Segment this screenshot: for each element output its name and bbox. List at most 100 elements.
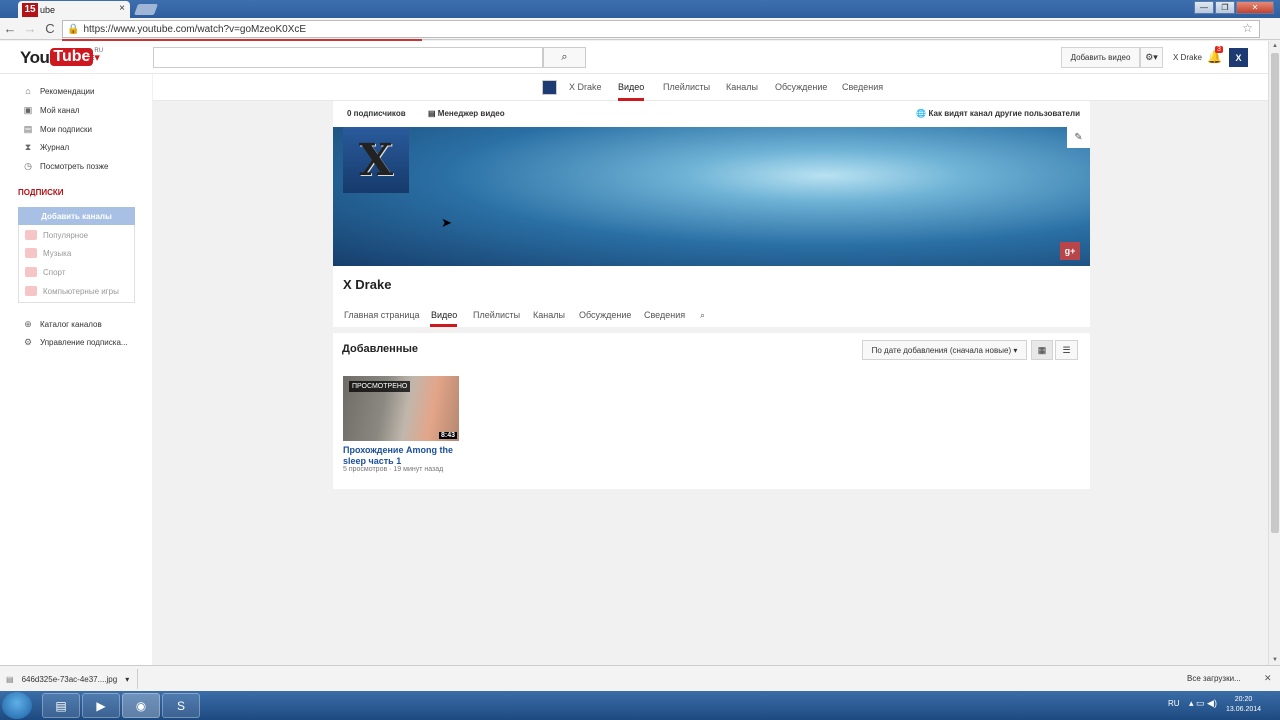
suggested-subscriptions: Популярное Музыка Спорт Компьютерные игр… (18, 225, 135, 303)
scroll-thumb[interactable] (1271, 53, 1279, 533)
sidebar-item-recommendations[interactable]: ⌂ Рекомендации (22, 83, 94, 99)
media-player-taskbar-icon[interactable]: ▶ (82, 693, 120, 718)
logo-you-text: You (20, 48, 50, 67)
subscriber-count: 0 подписчиков (347, 109, 406, 118)
nav-tab-channels[interactable]: Каналы (726, 82, 758, 92)
watched-badge: ПРОСМОТРЕНО (349, 381, 411, 392)
music-icon (25, 248, 37, 258)
sidebar-item-history[interactable]: ⧗ Журнал (22, 139, 69, 155)
sidebar-item-label: Рекомендации (40, 86, 95, 96)
address-bar[interactable]: 🔒 https://www.youtube.com/watch?v=goMzeo… (62, 20, 1260, 38)
chrome-taskbar-icon[interactable]: ◉ (122, 693, 160, 718)
channel-logo[interactable]: X (343, 127, 409, 193)
download-filename: 646d325e-73ac-4e37....jpg (21, 674, 118, 684)
download-item[interactable]: ▤ 646d325e-73ac-4e37....jpg ▾ (6, 669, 138, 689)
new-tab-button[interactable] (133, 4, 159, 15)
edit-pencil-icon[interactable]: ✎ (1067, 127, 1090, 148)
video-title-link[interactable]: Прохождение Among the sleep часть 1 (343, 445, 461, 467)
browser-titlebar: 15 ube × — ❐ ✕ (0, 0, 1280, 18)
video-manager-icon: ▤ (428, 109, 436, 118)
subscription-item-sport[interactable]: Спорт (25, 264, 66, 280)
channel-search-icon[interactable]: ⌕ (700, 310, 705, 321)
grid-view-icon[interactable]: ▦ (1031, 340, 1053, 360)
sidebar-item-my-channel[interactable]: ▣ Мой канал (22, 102, 80, 118)
maximize-button[interactable]: ❐ (1215, 1, 1235, 14)
nav-tab-videos[interactable]: Видео (618, 82, 644, 92)
url-text: https://www.youtube.com/watch?v=goMzeoK0… (83, 23, 307, 35)
view-as-public-link[interactable]: 🌐 Как видят канал другие пользователи (916, 109, 1080, 118)
language-indicator[interactable]: RU (1168, 699, 1180, 708)
sort-dropdown[interactable]: По дате добавления (сначала новые) ▾ (862, 340, 1027, 360)
add-channels-button[interactable]: Добавить каналы (18, 207, 135, 225)
minimize-button[interactable]: — (1194, 1, 1214, 14)
browser-toolbar: ← → C 🔒 https://www.youtube.com/watch?v=… (0, 18, 1280, 40)
browser-tab[interactable]: 15 ube × (18, 1, 130, 18)
close-window-button[interactable]: ✕ (1236, 1, 1274, 14)
subscription-label: Компьютерные игры (43, 286, 119, 296)
tab-playlists[interactable]: Плейлисты (473, 310, 520, 320)
subscription-item-music[interactable]: Музыка (25, 245, 71, 261)
view-as-public-label: Как видят канал другие пользователи (928, 109, 1080, 118)
back-button[interactable]: ← (0, 21, 20, 36)
list-view-icon[interactable]: ☰ (1055, 340, 1078, 360)
reload-button[interactable]: C (40, 21, 60, 36)
sidebar-item-my-subscriptions[interactable]: ▤ Мои подписки (22, 121, 92, 137)
windows-taskbar: ▤ ▶ ◉ S RU ▴ ▭ ◀) 20:20 13.06.2014 (0, 691, 1280, 720)
subscription-item-popular[interactable]: Популярное (25, 227, 88, 243)
subscriptions-heading: ПОДПИСКИ (18, 188, 64, 197)
sidebar-item-label: Мой канал (40, 105, 80, 115)
channel-nav-avatar[interactable] (542, 80, 557, 95)
user-avatar[interactable]: X (1229, 48, 1248, 67)
forward-button[interactable]: → (20, 21, 40, 36)
tab-about[interactable]: Сведения (644, 310, 685, 320)
nav-tab-about[interactable]: Сведения (842, 82, 883, 92)
header-username[interactable]: X Drake (1173, 53, 1202, 62)
search-button[interactable]: ⌕ (543, 47, 586, 68)
system-tray-icons[interactable]: ▴ ▭ ◀) (1189, 698, 1217, 709)
download-menu-arrow-icon[interactable]: ▾ (125, 675, 129, 684)
video-manager-label: Менеджер видео (437, 109, 505, 118)
clock-date: 13.06.2014 (1226, 706, 1262, 713)
video-manager-link[interactable]: ▤ Менеджер видео (428, 109, 505, 118)
google-plus-icon[interactable]: g+ (1060, 242, 1080, 260)
scroll-down-icon[interactable]: ▼ (1272, 657, 1278, 663)
sidebar-item-channel-catalog[interactable]: ⊕ Каталог каналов (22, 316, 102, 332)
page-scrollbar[interactable]: ▲ ▼ (1268, 41, 1280, 665)
guide-menu-icon[interactable]: ≡▾ (88, 51, 100, 64)
search-input[interactable] (153, 47, 543, 68)
sidebar-item-manage-subscriptions[interactable]: ⚙ Управление подписка... (22, 334, 128, 350)
all-downloads-link[interactable]: Все загрузки... (1187, 674, 1241, 683)
search-icon: ⌕ (561, 51, 568, 63)
nav-channel-name[interactable]: X Drake (569, 82, 602, 92)
video-thumbnail[interactable]: ПРОСМОТРЕНО 8:43 (343, 376, 459, 441)
close-downloads-icon[interactable]: ✕ (1264, 673, 1272, 684)
start-button[interactable] (2, 692, 32, 719)
subscription-label: Спорт (43, 267, 66, 277)
tab-channels[interactable]: Каналы (533, 310, 565, 320)
history-icon: ⧗ (24, 141, 32, 152)
explorer-taskbar-icon[interactable]: ▤ (42, 693, 80, 718)
bookmark-star-icon[interactable]: ☆ (1242, 21, 1253, 35)
channel-top-nav: X Drake Видео Плейлисты Каналы Обсуждени… (153, 74, 1268, 101)
sidebar-item-label: Каталог каналов (40, 319, 102, 329)
channel-card: 0 подписчиков ▤ Менеджер видео 🌐 Как вид… (333, 101, 1090, 327)
sidebar-item-watch-later[interactable]: ◷ Посмотреть позже (22, 158, 108, 174)
globe-icon: 🌐 (916, 109, 927, 118)
tab-close-icon[interactable]: × (119, 3, 125, 14)
skype-taskbar-icon[interactable]: S (162, 693, 200, 718)
channel-name[interactable]: X Drake (343, 277, 391, 292)
file-icon: ▤ (6, 674, 14, 684)
nav-tab-playlists[interactable]: Плейлисты (663, 82, 710, 92)
plus-circle-icon: ⊕ (24, 318, 32, 329)
tab-active-underline (430, 324, 457, 327)
subscription-item-games[interactable]: Компьютерные игры (25, 283, 119, 299)
tab-videos[interactable]: Видео (431, 310, 457, 320)
tab-home[interactable]: Главная страница (344, 310, 420, 320)
scroll-up-icon[interactable]: ▲ (1272, 43, 1278, 49)
upload-video-button[interactable]: Добавить видео (1061, 47, 1140, 68)
taskbar-clock[interactable]: 20:20 13.06.2014 (1226, 695, 1261, 715)
logo-tube-text: Tube (50, 48, 94, 66)
tab-discussion[interactable]: Обсуждение (579, 310, 631, 320)
settings-gear-icon[interactable]: ⚙▾ (1140, 47, 1163, 68)
nav-tab-discussion[interactable]: Обсуждение (775, 82, 827, 92)
